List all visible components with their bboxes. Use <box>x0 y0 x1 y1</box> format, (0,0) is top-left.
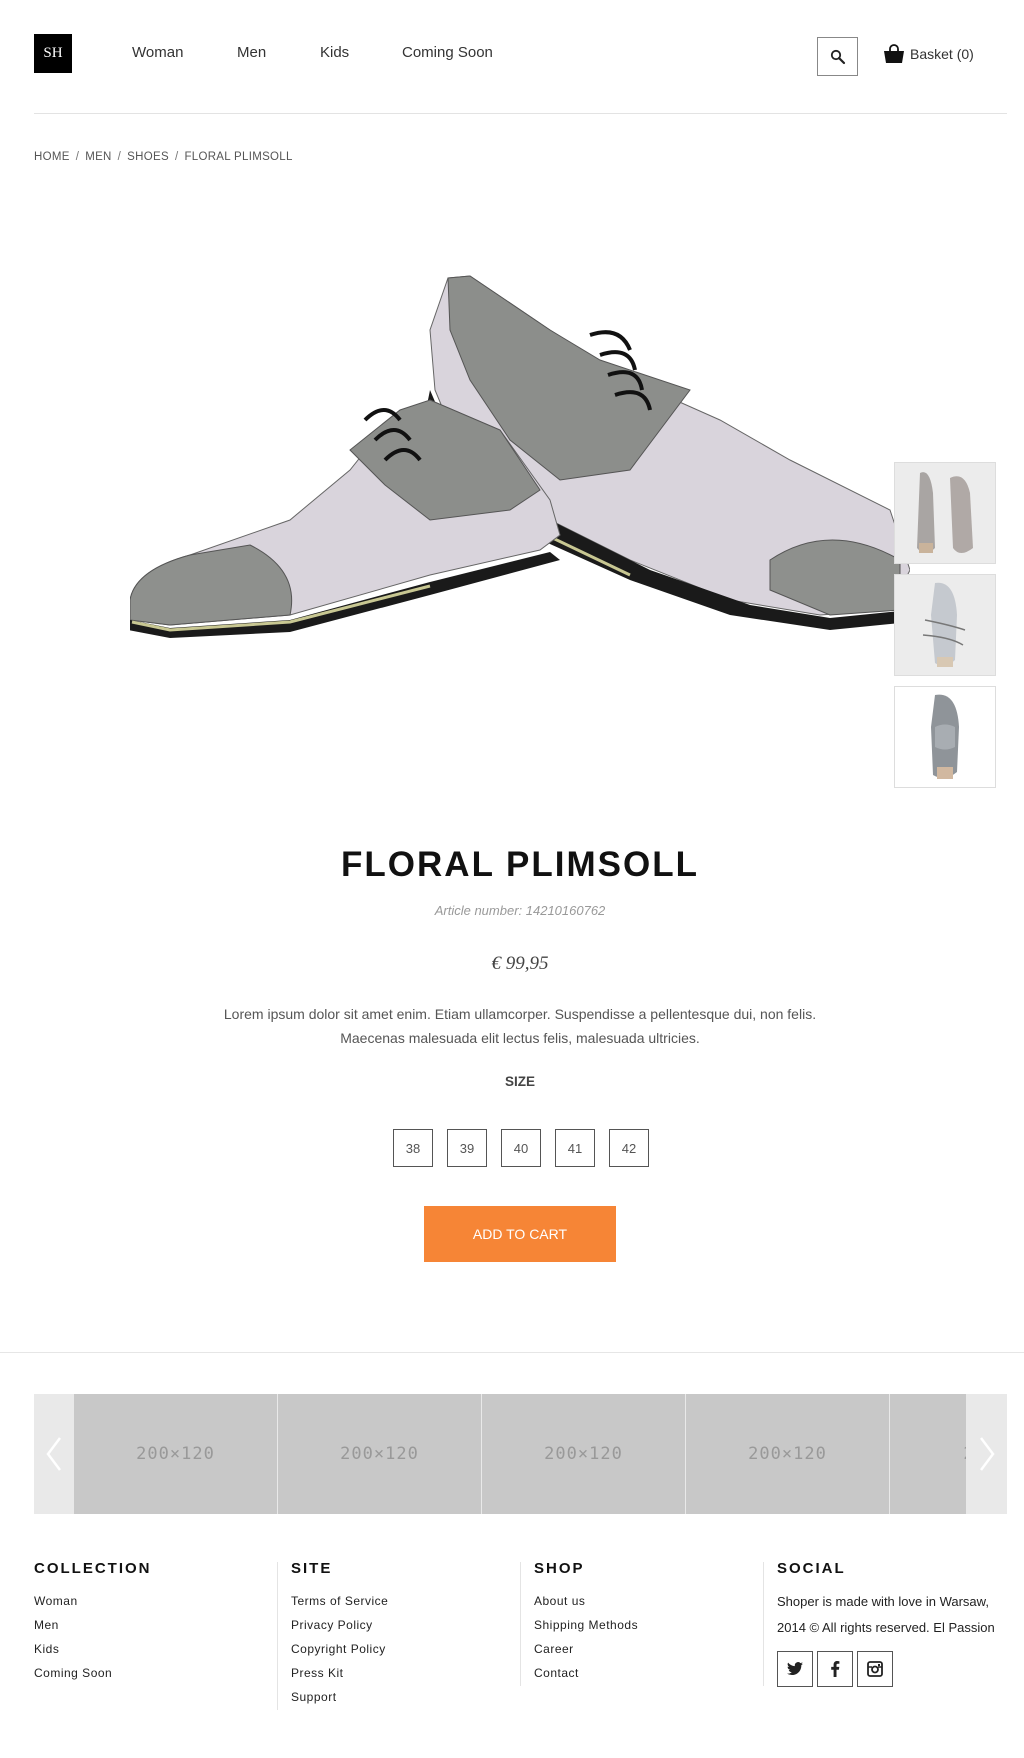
carousel-track: 200×120 200×120 200×120 200×120 200×1 <box>74 1394 966 1514</box>
footer-link[interactable]: Support <box>291 1685 388 1709</box>
footer-collection: COLLECTION Woman Men Kids Coming Soon <box>34 1560 152 1685</box>
twitter-icon <box>787 1662 803 1676</box>
size-option[interactable]: 42 <box>609 1129 649 1167</box>
breadcrumb-separator: / <box>117 151 122 163</box>
size-selector: 38 39 40 41 42 <box>393 1129 649 1167</box>
social-icons <box>777 1651 1017 1687</box>
footer-divider <box>763 1562 764 1686</box>
product-image <box>128 270 911 710</box>
size-option[interactable]: 41 <box>555 1129 595 1167</box>
footer-link[interactable]: Press Kit <box>291 1661 388 1685</box>
front-shoe <box>128 399 561 638</box>
carousel-slide[interactable]: 200×120 <box>686 1394 889 1514</box>
breadcrumb: HOME / MEN / SHOES / FLORAL PLIMSOLL <box>34 151 293 163</box>
article-number: Article number: 14210160762 <box>434 903 606 918</box>
facebook-icon <box>831 1661 840 1677</box>
chevron-right-icon <box>980 1437 995 1471</box>
size-option[interactable]: 38 <box>393 1129 433 1167</box>
footer-social: SOCIAL Shoper is made with love in Warsa… <box>777 1560 1017 1687</box>
footer-link[interactable]: Coming Soon <box>34 1661 152 1685</box>
size-option[interactable]: 40 <box>501 1129 541 1167</box>
add-to-cart-button[interactable]: ADD TO CART <box>424 1206 616 1262</box>
twitter-button[interactable] <box>777 1651 813 1687</box>
carousel-slide[interactable]: 200×1 <box>890 1394 966 1514</box>
footer-link[interactable]: Career <box>534 1637 638 1661</box>
footer-link[interactable]: Contact <box>534 1661 638 1685</box>
footer-heading: SITE <box>291 1560 333 1577</box>
footer-heading: SOCIAL <box>777 1560 846 1577</box>
related-carousel: 200×120 200×120 200×120 200×120 200×1 <box>34 1394 1007 1514</box>
breadcrumb-current: FLORAL PLIMSOLL <box>184 151 293 163</box>
nav-item-coming-soon[interactable]: Coming Soon <box>402 44 493 61</box>
product-price: € 99,95 <box>491 953 549 974</box>
facebook-button[interactable] <box>817 1651 853 1687</box>
size-label: SIZE <box>504 1074 535 1089</box>
thumbnail-side-view[interactable] <box>894 462 996 564</box>
section-divider <box>0 1352 1024 1353</box>
nav-item-men[interactable]: Men <box>237 44 266 61</box>
chevron-left-icon <box>46 1437 61 1471</box>
carousel-slide[interactable]: 200×120 <box>278 1394 481 1514</box>
thumbnail-top-view[interactable] <box>894 574 996 676</box>
search-icon <box>830 49 845 64</box>
carousel-next-button[interactable] <box>967 1394 1007 1514</box>
product-title: FLORAL PLIMSOLL <box>341 845 699 884</box>
footer-link[interactable]: Terms of Service <box>291 1589 388 1613</box>
footer-divider <box>277 1562 278 1710</box>
footer-link[interactable]: Kids <box>34 1637 152 1661</box>
header: SH Woman Men Kids Coming Soon Basket (0) <box>0 0 1024 114</box>
footer-divider <box>520 1562 521 1686</box>
shopping-bag-icon <box>884 44 904 63</box>
footer-link[interactable]: Privacy Policy <box>291 1613 388 1637</box>
footer-heading: COLLECTION <box>34 1560 152 1577</box>
instagram-icon <box>867 1661 883 1677</box>
thumbnail-list <box>894 462 996 798</box>
carousel-prev-button[interactable] <box>34 1394 74 1514</box>
footer-link[interactable]: Copyright Policy <box>291 1637 388 1661</box>
breadcrumb-men[interactable]: MEN <box>85 151 111 163</box>
product-description: Lorem ipsum dolor sit amet enim. Etiam u… <box>223 1006 817 1046</box>
footer-link[interactable]: Shipping Methods <box>534 1613 638 1637</box>
footer-heading: SHOP <box>534 1560 585 1577</box>
breadcrumb-shoes[interactable]: SHOES <box>127 151 169 163</box>
instagram-button[interactable] <box>857 1651 893 1687</box>
footer-link[interactable]: Men <box>34 1613 152 1637</box>
footer-link[interactable]: About us <box>534 1589 638 1613</box>
breadcrumb-separator: / <box>174 151 179 163</box>
footer-link[interactable]: Woman <box>34 1589 152 1613</box>
search-button[interactable] <box>817 37 858 76</box>
footer-social-text: Shoper is made with love in Warsaw, 2014… <box>777 1594 995 1635</box>
breadcrumb-separator: / <box>75 151 80 163</box>
header-divider <box>34 113 1007 114</box>
thumbnail-sole-view[interactable] <box>894 686 996 788</box>
logo[interactable]: SH <box>34 34 72 73</box>
nav-item-woman[interactable]: Woman <box>132 44 183 61</box>
footer-site: SITE Terms of Service Privacy Policy Cop… <box>291 1560 388 1709</box>
size-option[interactable]: 39 <box>447 1129 487 1167</box>
footer-shop: SHOP About us Shipping Methods Career Co… <box>534 1560 638 1685</box>
basket-label: Basket (0) <box>910 46 974 62</box>
nav-item-kids[interactable]: Kids <box>320 44 349 61</box>
carousel-slide[interactable]: 200×120 <box>482 1394 685 1514</box>
carousel-slide[interactable]: 200×120 <box>74 1394 277 1514</box>
breadcrumb-home[interactable]: HOME <box>34 151 70 163</box>
basket-link[interactable]: Basket (0) <box>883 44 974 64</box>
